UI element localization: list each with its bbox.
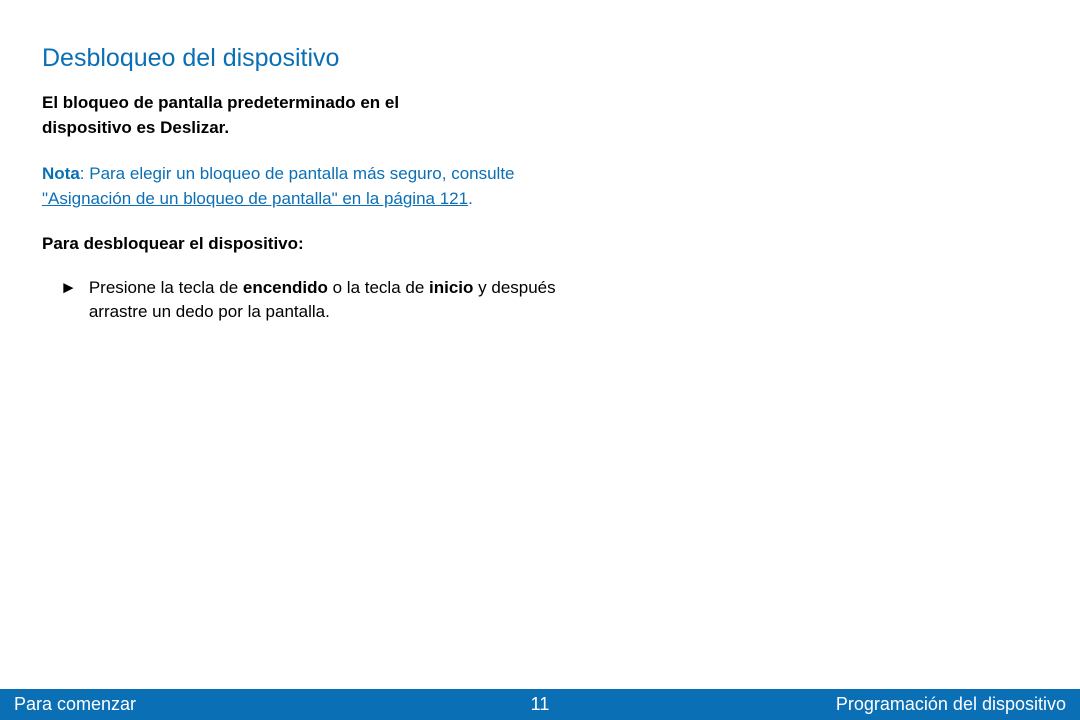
note-period: .: [468, 189, 473, 208]
instruction-bold1: encendido: [243, 278, 328, 297]
instruction-row: ► Presione la tecla de encendido o la te…: [42, 276, 562, 325]
page-footer: Para comenzar 11 Programación del dispos…: [0, 689, 1080, 720]
instruction-text: Presione la tecla de encendido o la tecl…: [89, 276, 562, 325]
intro-paragraph: El bloqueo de pantalla predeterminado en…: [42, 91, 482, 140]
footer-right: Programación del dispositivo: [836, 694, 1066, 715]
instruction-part2: o la tecla de: [328, 278, 429, 297]
instruction-subhead: Para desbloquear el dispositivo:: [42, 234, 1038, 254]
footer-page-number: 11: [531, 694, 550, 715]
note-link[interactable]: "Asignación de un bloqueo de pantalla" e…: [42, 189, 468, 208]
footer-left: Para comenzar: [14, 694, 136, 715]
instruction-part1: Presione la tecla de: [89, 278, 243, 297]
section-heading: Desbloqueo del dispositivo: [42, 44, 1038, 73]
triangle-right-icon: ►: [60, 276, 77, 301]
note-text: : Para elegir un bloqueo de pantalla más…: [80, 164, 515, 183]
page-content: Desbloqueo del dispositivo El bloqueo de…: [0, 0, 1080, 325]
note-label: Nota: [42, 164, 80, 183]
instruction-bold2: inicio: [429, 278, 473, 297]
note-block: Nota: Para elegir un bloqueo de pantalla…: [42, 162, 562, 211]
